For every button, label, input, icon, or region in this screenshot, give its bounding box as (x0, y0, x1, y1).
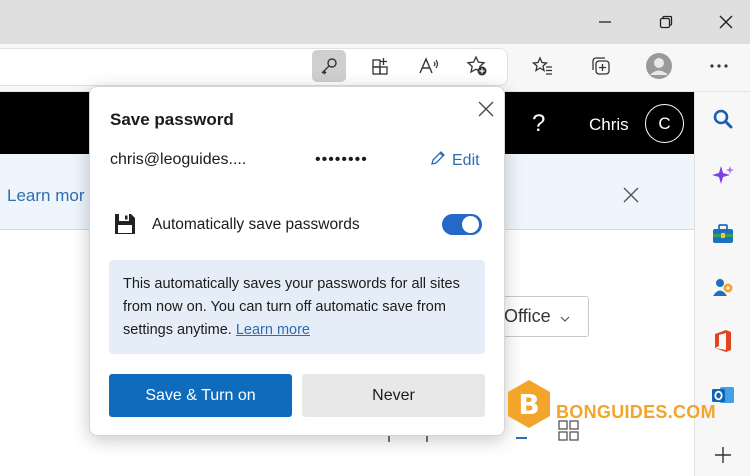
office-icon[interactable] (710, 328, 736, 354)
tools-icon[interactable] (710, 221, 736, 247)
chevron-down-icon (560, 306, 570, 327)
minimize-icon[interactable] (590, 8, 620, 36)
help-button[interactable]: ? (532, 110, 545, 138)
key-icon[interactable] (312, 50, 346, 82)
office-dropdown[interactable]: Office (495, 296, 589, 337)
people-icon[interactable] (710, 275, 736, 301)
apps-icon[interactable] (364, 50, 398, 82)
auto-save-label: Automatically save passwords (152, 216, 360, 233)
grid-icon (558, 420, 580, 447)
add-favorite-icon[interactable] (460, 50, 494, 82)
copilot-icon[interactable] (710, 163, 736, 189)
profile-icon[interactable] (642, 50, 676, 82)
svg-text:B: B (518, 388, 539, 421)
auto-save-row: Automatically save passwords (110, 210, 482, 240)
office-dropdown-label: Office (504, 306, 551, 326)
search-icon[interactable] (710, 106, 736, 132)
pencil-icon (430, 150, 446, 171)
restore-icon[interactable] (651, 8, 681, 36)
learn-more-link[interactable]: Learn more (236, 322, 310, 338)
favorites-icon[interactable] (526, 50, 560, 82)
toggle-knob (462, 216, 479, 233)
user-name[interactable]: Chris (589, 115, 629, 135)
more-icon[interactable] (702, 50, 736, 82)
banner-learn-more-link[interactable]: Learn mor (7, 186, 84, 206)
save-turn-on-button[interactable]: Save & Turn on (109, 374, 292, 417)
username-text: chris@leoguides.... (110, 151, 247, 168)
edit-label: Edit (452, 151, 480, 169)
watermark-logo: B (507, 379, 551, 429)
auto-save-toggle[interactable] (442, 214, 482, 235)
dialog-title: Save password (110, 110, 234, 129)
save-disk-icon (113, 212, 137, 241)
never-button[interactable]: Never (302, 374, 485, 417)
avatar[interactable]: C (645, 104, 684, 143)
title-bar (0, 0, 750, 44)
banner-close-icon[interactable] (620, 184, 642, 206)
close-icon[interactable] (711, 8, 741, 36)
watermark-text: BONGUIDES.COM (556, 402, 716, 422)
close-icon[interactable] (474, 97, 498, 121)
collections-icon[interactable] (584, 50, 618, 82)
add-icon[interactable] (710, 442, 736, 468)
edit-button[interactable]: Edit (430, 150, 480, 171)
info-box: This automatically saves your passwords … (109, 260, 485, 354)
save-password-dialog: Save password chris@leoguides.... ••••••… (89, 86, 505, 436)
read-aloud-icon[interactable] (412, 50, 446, 82)
password-mask: •••••••• (315, 151, 368, 168)
